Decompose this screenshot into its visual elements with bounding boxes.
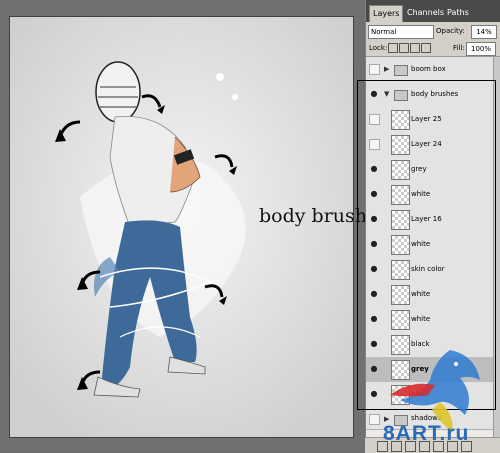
- lock-image-icon[interactable]: [399, 43, 409, 53]
- watermark-text: 8ART.ru: [383, 422, 470, 445]
- lock-position-icon[interactable]: [410, 43, 420, 53]
- tab-channels[interactable]: Channels: [404, 5, 447, 21]
- folder-icon: [394, 65, 408, 76]
- blend-row: Normal Opacity: 14%: [366, 23, 500, 40]
- fill-label: Fill:: [453, 44, 465, 52]
- tab-paths[interactable]: Paths: [444, 5, 472, 21]
- layer-name: boom box: [411, 65, 446, 73]
- canvas-artwork[interactable]: [9, 16, 354, 438]
- artwork-illustration: [10, 17, 353, 437]
- lock-all-icon[interactable]: [421, 43, 431, 53]
- opacity-label: Opacity:: [436, 27, 465, 35]
- tab-layers[interactable]: Layers: [369, 5, 404, 22]
- visibility-toggle[interactable]: [369, 64, 380, 75]
- fill-field[interactable]: 100%: [466, 42, 496, 56]
- lock-label: Lock:: [369, 44, 388, 52]
- panel-tabs: Layers Channels Paths: [366, 0, 500, 22]
- blend-mode-select[interactable]: Normal: [368, 25, 434, 39]
- expand-arrow-icon[interactable]: ▶: [384, 65, 389, 73]
- visibility-toggle[interactable]: [369, 414, 380, 425]
- lock-transparent-icon[interactable]: [388, 43, 398, 53]
- lock-row: Lock: Fill: 100%: [366, 40, 500, 57]
- opacity-field[interactable]: 14%: [471, 25, 497, 39]
